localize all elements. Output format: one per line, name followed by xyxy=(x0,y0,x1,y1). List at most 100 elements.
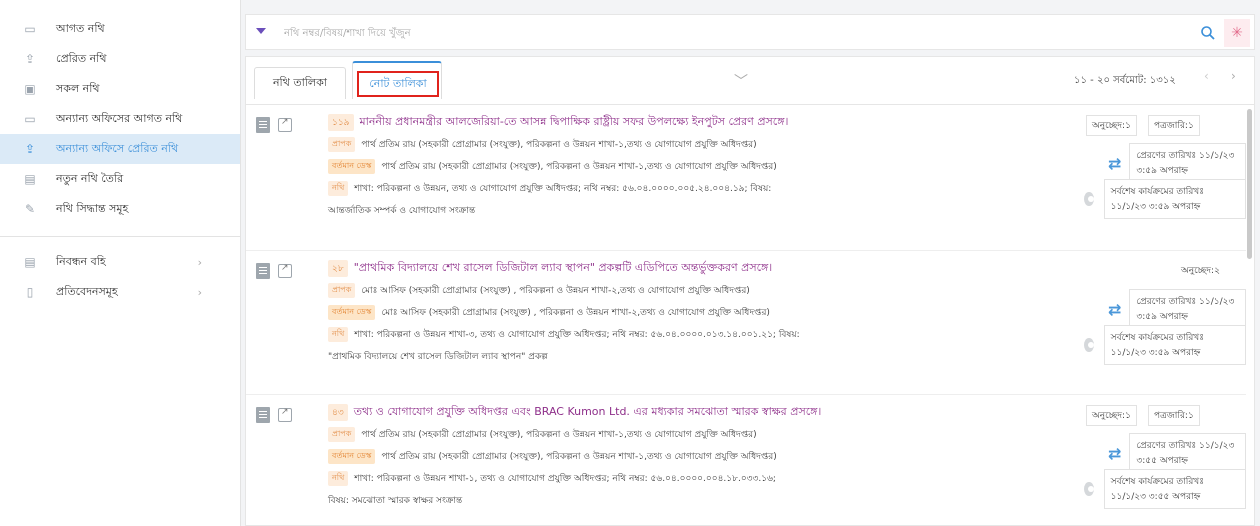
sidebar-divider xyxy=(0,236,240,237)
document-icon[interactable] xyxy=(256,263,270,279)
document-icon[interactable] xyxy=(256,117,270,133)
sidebar-item-label: সকল নথি xyxy=(56,81,100,95)
file-info-line: শাখা: পরিকল্পনা ও উন্নয়ন শাখা-১, তথ্য ও… xyxy=(354,474,776,484)
sync-icon: ⇄ xyxy=(1108,153,1122,173)
upload-icon: ⇪ xyxy=(24,52,36,66)
sync-icon: ⇄ xyxy=(1108,299,1122,319)
list-item: ৪৩ তথ্য ও যোগাযোগ প্রযুক্তি অধিদপ্তর এবং… xyxy=(246,395,1246,525)
current-desk-value: মোঃ আসিফ (সহকারী প্রোগ্রামার (সংযুক্ত) ,… xyxy=(381,308,770,318)
inbox-icon: ▭ xyxy=(24,112,36,126)
file-subject: বিষয়: সমঝোতা স্মারক স্বাক্ষর সংক্রান্ত xyxy=(328,496,463,506)
sidebar-group-register[interactable]: ▤ নিবন্ধন বহি › xyxy=(0,247,240,277)
prev-page-button[interactable]: ‹ xyxy=(1204,69,1209,83)
current-desk-value: পার্থ প্রতিম রায় (সহকারী প্রোগ্রামার (স… xyxy=(381,452,777,462)
note-title[interactable]: "প্রাথমিক বিদ্যালয়ে শেখ রাসেল ডিজিটাল ল… xyxy=(354,259,773,278)
current-desk-label: বর্তমান ডেস্ক xyxy=(328,449,376,464)
tab-bar: নথি তালিকা নোট তালিকা ﹀ ১১ - ২০ সর্বমোট:… xyxy=(245,56,1255,104)
sidebar-item-other-incoming[interactable]: ▭ অন্যান্য অফিসের আগত নথি xyxy=(0,104,240,134)
note-title[interactable]: মাননীয় প্রধানমন্ত্রীর আলজেরিয়া-তে আসন্… xyxy=(360,113,789,132)
sent-date: প্রেরণের তারিখঃ ১১/১/২৩ ৩:৫৫ অপরাহ্ন xyxy=(1129,433,1246,473)
clock-icon xyxy=(1084,338,1094,352)
scrollbar[interactable] xyxy=(1247,109,1252,259)
sidebar-item-label: অন্যান্য অফিসে প্রেরিত নথি xyxy=(56,141,179,155)
note-list: ১১৯ মাননীয় প্রধানমন্ত্রীর আলজেরিয়া-তে … xyxy=(245,104,1255,526)
note-number-badge: ২৮ xyxy=(328,260,348,277)
pagination-info: ১১ - ২০ সর্বমোট: ১৩১২ xyxy=(1074,75,1176,86)
letter-issue-tag: পত্রজারি:১ xyxy=(1148,405,1200,426)
sidebar-item-other-sent[interactable]: ⇪ অন্যান্য অফিসে প্রেরিত নথি xyxy=(0,134,240,164)
list-item: ২৮ "প্রাথমিক বিদ্যালয়ে শেখ রাসেল ডিজিটা… xyxy=(246,251,1246,395)
report-icon: ▯ xyxy=(26,285,34,299)
recipient-value: পার্থ প্রতিম রায় (সহকারী প্রোগ্রামার (স… xyxy=(361,140,757,150)
note-number-badge: ৪৩ xyxy=(328,404,348,421)
sent-date: প্রেরণের তারিখঃ ১১/১/২৩ ৩:৫৯ অপরাহ্ন xyxy=(1129,289,1246,329)
sidebar-item-all[interactable]: ▣ সকল নথি xyxy=(0,74,240,104)
book-icon: ▤ xyxy=(24,255,36,269)
chevron-down-icon[interactable]: ﹀ xyxy=(734,71,748,91)
search-input[interactable] xyxy=(284,23,1184,43)
sent-date: প্রেরণের তারিখঃ ১১/১/২৩ ৩:৫৯ অপরাহ্ন xyxy=(1129,143,1246,183)
file-subject: "প্রাথমিক বিদ্যালয়ে শেখ রাসেল ডিজিটাল ল… xyxy=(328,352,548,362)
file-label: নথি xyxy=(328,181,349,196)
note-number-badge: ১১৯ xyxy=(328,114,354,131)
search-bar: ✳ xyxy=(245,14,1255,50)
asterisk-icon: ✳ xyxy=(1231,25,1243,41)
sidebar-item-label: নতুন নথি তৈরি xyxy=(56,171,124,185)
last-activity-date: সর্বশেষ কার্যক্রমের তারিখঃ ১১/১/২৩ ৩:৫৯ … xyxy=(1103,179,1246,219)
inbox-icon: ▭ xyxy=(24,22,36,36)
sidebar-group-reports[interactable]: ▯ প্রতিবেদনসমূহ › xyxy=(0,277,240,307)
next-page-button[interactable]: › xyxy=(1231,69,1236,83)
recipient-label: প্রাপক xyxy=(328,283,356,298)
recipient-label: প্রাপক xyxy=(328,427,356,442)
current-desk-label: বর্তমান ডেস্ক xyxy=(328,305,376,320)
current-desk-value: পার্থ প্রতিম রায় (সহকারী প্রোগ্রামার (স… xyxy=(381,162,777,172)
sidebar-item-label: নিবন্ধন বহি xyxy=(56,254,106,268)
note-title[interactable]: তথ্য ও যোগাযোগ প্রযুক্তি অধিদপ্তর এবং BR… xyxy=(354,403,822,422)
file-info-line: শাখা: পরিকল্পনা ও উন্নয়ন, তথ্য ও যোগাযো… xyxy=(354,184,772,194)
sidebar-item-label: আগত নথি xyxy=(56,21,105,35)
file-info-line: শাখা: পরিকল্পনা ও উন্নয়ন শাখা-৩, তথ্য ও… xyxy=(354,330,800,340)
sidebar-item-label: প্রতিবেদনসমূহ xyxy=(56,284,118,298)
open-external-icon[interactable] xyxy=(278,407,292,422)
app-root: ▭ আগত নথি ⇪ প্রেরিত নথি ▣ সকল নথি ▭ অন্য… xyxy=(0,0,1260,526)
recipient-value: পার্থ প্রতিম রায় (সহকারী প্রোগ্রামার (স… xyxy=(361,430,757,440)
recipient-value: মোঃ আসিফ (সহকারী প্রোগ্রামার (সংযুক্ত) ,… xyxy=(361,286,750,296)
paragraph-tag: অনুচ্ছেদ:২ xyxy=(1176,261,1225,280)
sidebar: ▭ আগত নথি ⇪ প্রেরিত নথি ▣ সকল নথি ▭ অন্য… xyxy=(0,0,241,526)
paragraph-tag: অনুচ্ছেদ:১ xyxy=(1086,115,1137,136)
tab-file-list[interactable]: নথি তালিকা xyxy=(254,67,346,99)
upload-icon: ⇪ xyxy=(24,142,36,156)
open-external-icon[interactable] xyxy=(278,117,292,132)
folder-icon: ▣ xyxy=(24,82,36,96)
open-external-icon[interactable] xyxy=(278,263,292,278)
reset-button[interactable]: ✳ xyxy=(1224,19,1250,47)
search-button[interactable] xyxy=(1196,19,1220,47)
sync-icon: ⇄ xyxy=(1108,443,1122,463)
chevron-right-icon: › xyxy=(197,255,202,269)
clock-icon xyxy=(1084,192,1094,206)
file-label: নথি xyxy=(328,327,349,342)
sidebar-item-incoming[interactable]: ▭ আগত নথি xyxy=(0,14,240,44)
search-filter-dropdown-icon[interactable] xyxy=(256,28,266,34)
sidebar-item-label: প্রেরিত নথি xyxy=(56,51,107,65)
letter-issue-tag: পত্রজারি:১ xyxy=(1148,115,1200,136)
last-activity-date: সর্বশেষ কার্যক্রমের তারিখঃ ১১/১/২৩ ৩:৫৫ … xyxy=(1103,469,1246,509)
search-icon xyxy=(1201,26,1215,40)
sidebar-item-new-file[interactable]: ▤ নতুন নথি তৈরি xyxy=(0,164,240,194)
file-subject: আন্তর্জাতিক সম্পর্ক ও যোগাযোগ সংক্রান্ত xyxy=(328,206,476,216)
pin-icon: ✎ xyxy=(24,202,36,216)
clock-icon xyxy=(1084,482,1094,496)
sidebar-item-sent[interactable]: ⇪ প্রেরিত নথি xyxy=(0,44,240,74)
sidebar-item-decisions[interactable]: ✎ নথি সিদ্ধান্ত সমূহ xyxy=(0,194,240,224)
sidebar-item-label: নথি সিদ্ধান্ত সমূহ xyxy=(56,201,129,215)
new-file-icon: ▤ xyxy=(24,172,36,186)
paragraph-tag: অনুচ্ছেদ:১ xyxy=(1086,405,1137,426)
document-icon[interactable] xyxy=(256,407,270,423)
sidebar-item-label: অন্যান্য অফিসের আগত নথি xyxy=(56,111,183,125)
chevron-right-icon: › xyxy=(197,285,202,299)
recipient-label: প্রাপক xyxy=(328,137,356,152)
tab-note-list-label: নোট তালিকা xyxy=(357,71,439,97)
last-activity-date: সর্বশেষ কার্যক্রমের তারিখঃ ১১/১/২৩ ৩:৫৯ … xyxy=(1103,325,1246,365)
tab-note-list[interactable]: নোট তালিকা xyxy=(352,61,442,99)
list-item: ১১৯ মাননীয় প্রধানমন্ত্রীর আলজেরিয়া-তে … xyxy=(246,105,1246,251)
